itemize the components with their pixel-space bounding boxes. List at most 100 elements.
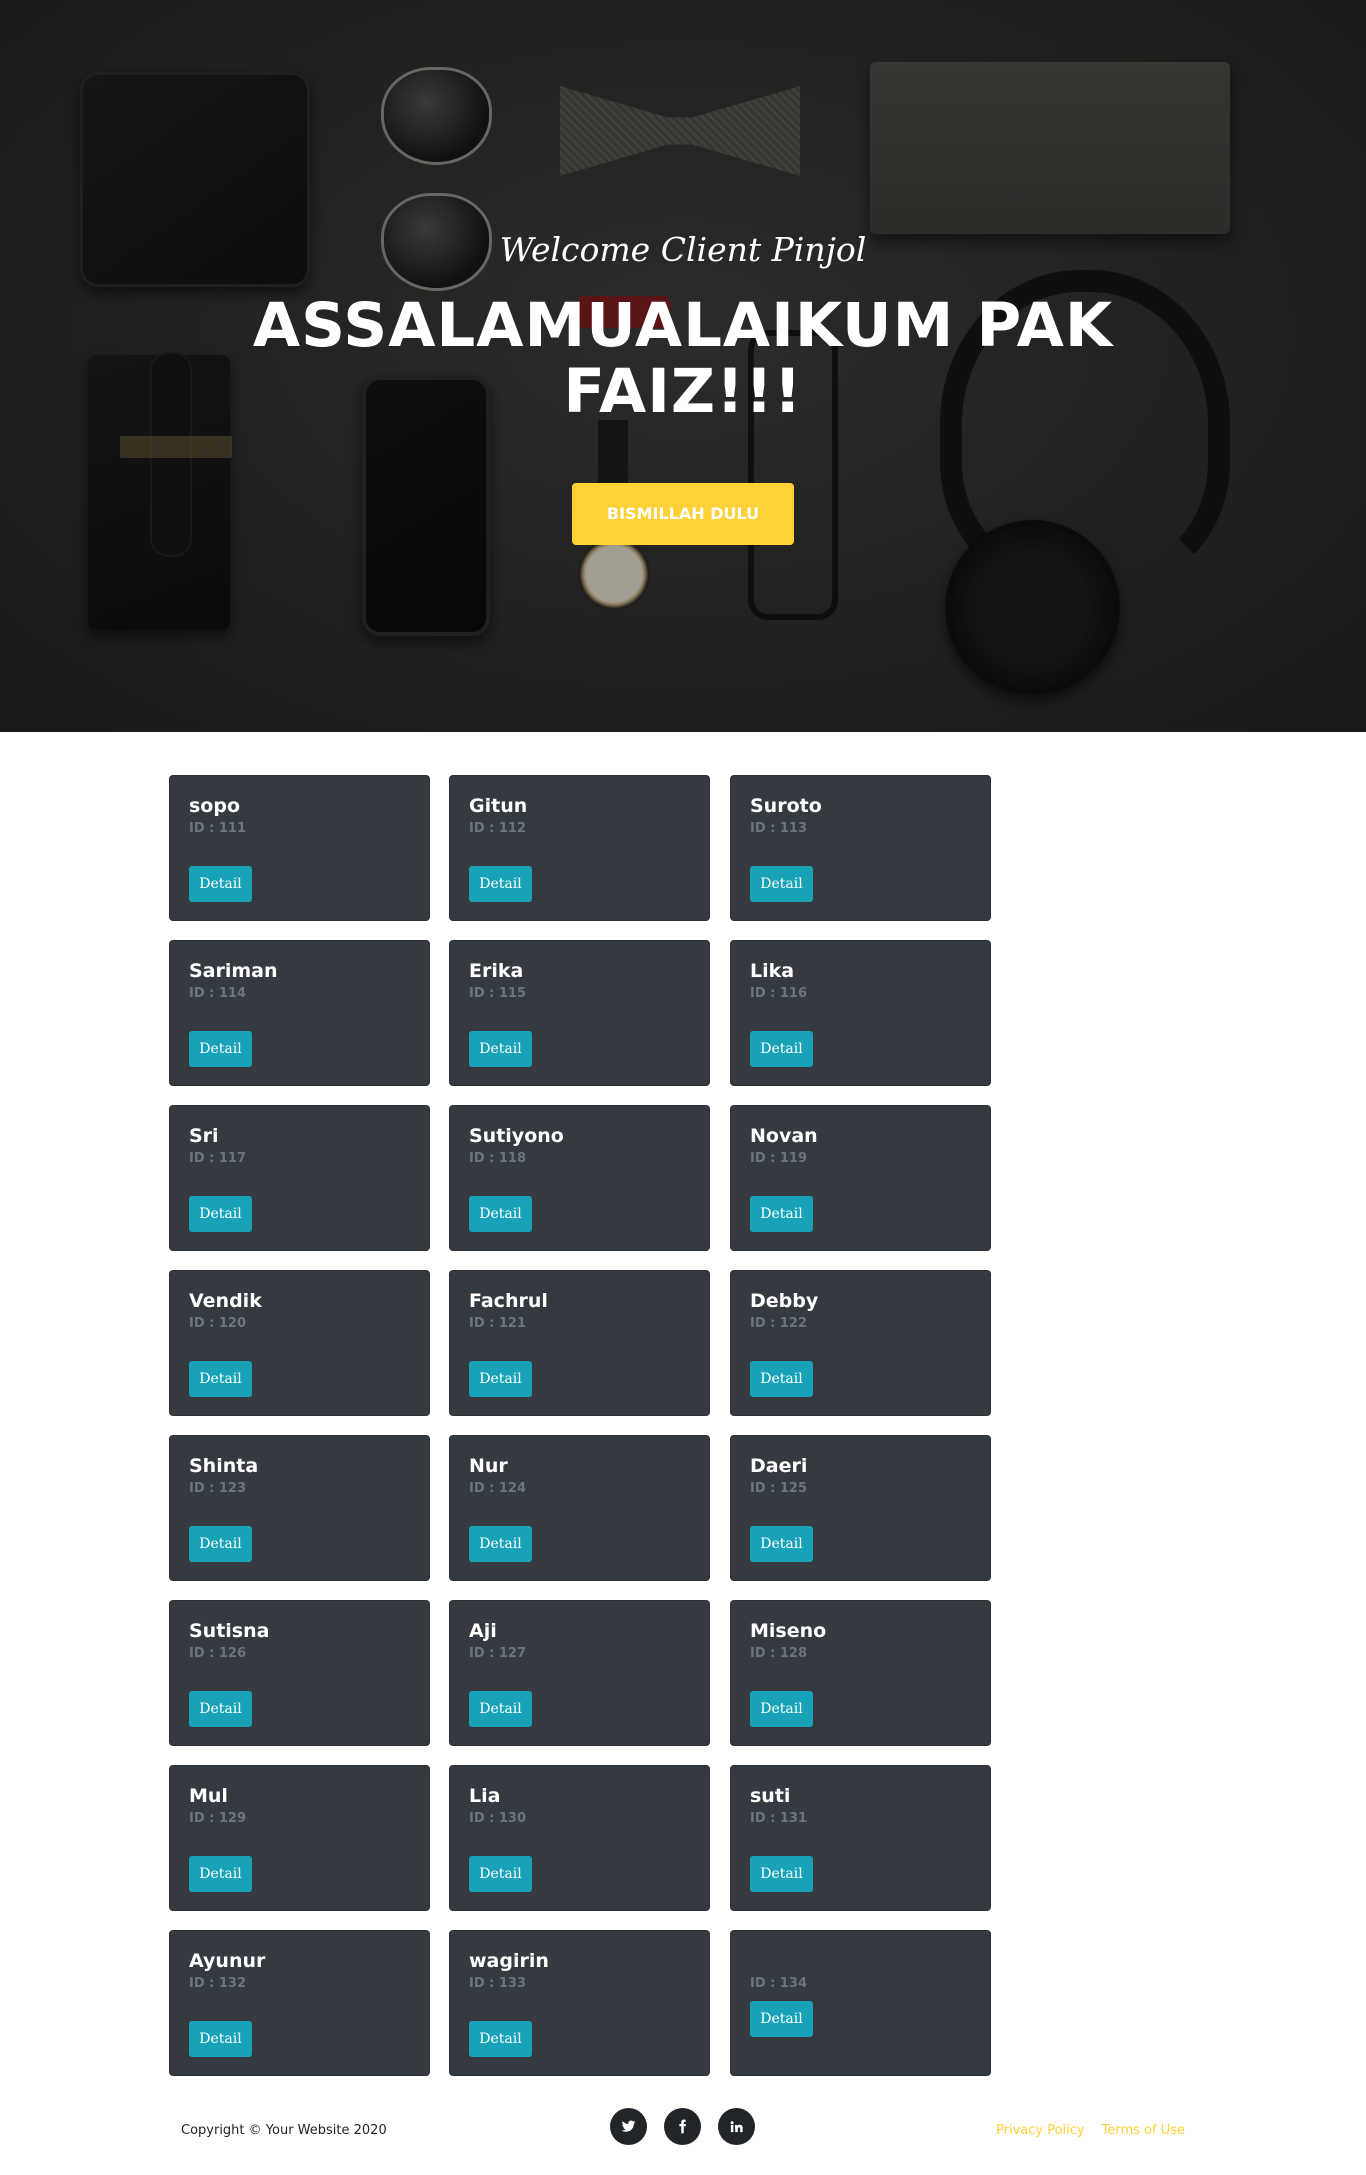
detail-button[interactable]: Detail [189,1196,252,1232]
privacy-policy-link[interactable]: Privacy Policy [996,2123,1085,2138]
detail-button[interactable]: Detail [189,1856,252,1892]
client-name: Daeri [750,1455,808,1477]
detail-button[interactable]: Detail [750,1361,813,1397]
detail-button[interactable]: Detail [469,2021,532,2057]
terms-of-use-link[interactable]: Terms of Use [1102,2123,1185,2138]
client-id: ID : 127 [469,1646,527,1661]
client-id: ID : 120 [189,1316,247,1331]
client-id: ID : 118 [469,1151,527,1166]
client-id: ID : 128 [750,1646,808,1661]
client-id: ID : 112 [469,821,527,836]
client-card: Vendik ID : 120 Detail [170,1271,429,1415]
hero-header: Welcome Client Pinjol ASSALAMUALAIKUM PA… [0,0,1366,732]
hero-title: ASSALAMUALAIKUM PAK FAIZ!!! [252,290,1114,427]
client-card: Ayunur ID : 132 Detail [170,1931,429,2075]
client-id: ID : 126 [189,1646,247,1661]
page: Welcome Client Pinjol ASSALAMUALAIKUM PA… [0,0,1366,2175]
detail-button[interactable]: Detail [189,866,252,902]
detail-button[interactable]: Detail [750,1526,813,1562]
client-name: sopo [189,795,241,817]
client-id: ID : 113 [750,821,808,836]
client-id: ID : 134 [750,1976,808,1991]
client-id: ID : 125 [750,1481,808,1496]
client-id: ID : 122 [750,1316,808,1331]
client-card: ID : 134 Detail [731,1931,990,2075]
client-id: ID : 129 [189,1811,247,1826]
detail-button[interactable]: Detail [469,1031,532,1067]
client-card: Mul ID : 129 Detail [170,1766,429,1910]
client-card: Sri ID : 117 Detail [170,1106,429,1250]
client-name: Aji [469,1620,497,1642]
client-card: suti ID : 131 Detail [731,1766,990,1910]
client-id: ID : 119 [750,1151,808,1166]
client-id: ID : 130 [469,1811,527,1826]
detail-button[interactable]: Detail [189,1031,252,1067]
detail-button[interactable]: Detail [189,1526,252,1562]
client-card: Gitun ID : 112 Detail [450,776,709,920]
client-id: ID : 116 [750,986,808,1001]
client-card: Lika ID : 116 Detail [731,941,990,1085]
client-name: Ayunur [189,1950,266,1972]
client-id: ID : 132 [189,1976,247,1991]
detail-button[interactable]: Detail [469,866,532,902]
client-card: Fachrul ID : 121 Detail [450,1271,709,1415]
detail-button[interactable]: Detail [750,1196,813,1232]
facebook-icon[interactable] [664,2108,701,2145]
client-name: Gitun [469,795,528,817]
client-card: Debby ID : 122 Detail [731,1271,990,1415]
client-name: Debby [750,1290,819,1312]
client-name: Sariman [189,960,278,982]
client-id: ID : 111 [189,821,247,836]
client-id: ID : 115 [469,986,527,1001]
detail-button[interactable]: Detail [750,2001,813,2037]
detail-button[interactable]: Detail [750,1031,813,1067]
twitter-icon[interactable] [610,2108,647,2145]
client-name: Shinta [189,1455,259,1477]
client-name: Sutiyono [469,1125,564,1147]
client-name: Nur [469,1455,508,1477]
detail-button[interactable]: Detail [469,1196,532,1232]
client-name: Sutisna [189,1620,270,1642]
detail-button[interactable]: Detail [750,1691,813,1727]
footer-links: Privacy Policy Terms of Use [996,2123,1185,2138]
detail-button[interactable]: Detail [469,1691,532,1727]
client-card: Aji ID : 127 Detail [450,1601,709,1745]
detail-button[interactable]: Detail [189,1691,252,1727]
detail-button[interactable]: Detail [750,866,813,902]
client-name: suti [750,1785,791,1807]
hero-subtitle: Welcome Client Pinjol [499,230,867,269]
client-name: wagirin [469,1950,549,1972]
detail-button[interactable]: Detail [469,1361,532,1397]
client-name: Fachrul [469,1290,548,1312]
client-name: Mul [189,1785,228,1807]
client-name: Suroto [750,795,822,817]
client-name: Lia [469,1785,501,1807]
client-card-grid: sopo ID : 111 Detail Gitun ID : 112 Deta… [0,732,1366,2096]
detail-button[interactable]: Detail [750,1856,813,1892]
client-card: Shinta ID : 123 Detail [170,1436,429,1580]
client-name: Miseno [750,1620,827,1642]
client-card: Novan ID : 119 Detail [731,1106,990,1250]
social-links [610,2108,755,2145]
client-card: Nur ID : 124 Detail [450,1436,709,1580]
client-id: ID : 121 [469,1316,527,1331]
hero-content: Welcome Client Pinjol ASSALAMUALAIKUM PA… [0,230,1366,545]
client-card: Sariman ID : 114 Detail [170,941,429,1085]
client-card: Sutisna ID : 126 Detail [170,1601,429,1745]
client-id: ID : 123 [189,1481,247,1496]
client-card: Miseno ID : 128 Detail [731,1601,990,1745]
detail-button[interactable]: Detail [189,1361,252,1397]
detail-button[interactable]: Detail [469,1856,532,1892]
bismillah-button[interactable]: BISMILLAH DULU [572,483,794,545]
client-card: Lia ID : 130 Detail [450,1766,709,1910]
client-name: Lika [750,960,795,982]
detail-button[interactable]: Detail [189,2021,252,2057]
client-card: Erika ID : 115 Detail [450,941,709,1085]
linkedin-icon[interactable] [718,2108,755,2145]
footer: Copyright © Your Website 2020 Privacy Po… [0,2108,1366,2158]
detail-button[interactable]: Detail [469,1526,532,1562]
client-id: ID : 124 [469,1481,527,1496]
client-id: ID : 131 [750,1811,808,1826]
client-name: Sri [189,1125,219,1147]
client-id: ID : 117 [189,1151,247,1166]
